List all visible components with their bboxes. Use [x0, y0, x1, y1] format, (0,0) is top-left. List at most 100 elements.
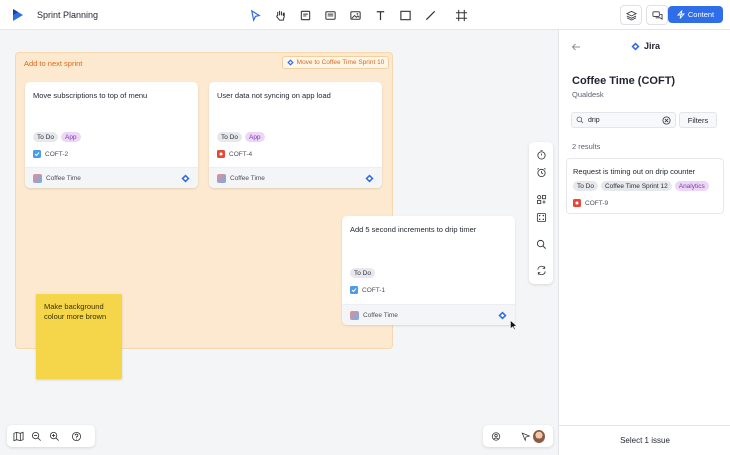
line-icon: [425, 10, 435, 20]
sync-icon: [536, 265, 546, 275]
avatar[interactable]: [533, 429, 546, 443]
apps-icon: [536, 194, 546, 204]
card-title: Move subscriptions to top of menu: [33, 91, 148, 100]
card-icon: [324, 10, 336, 20]
user-icon[interactable]: [491, 431, 501, 442]
issue-key-label: COFT-2: [45, 150, 69, 158]
comments-button[interactable]: [646, 5, 668, 25]
lightning-icon: [676, 10, 685, 19]
rectangle-tool[interactable]: [395, 5, 415, 25]
sticky-note-tool[interactable]: [295, 5, 315, 25]
content-button[interactable]: Content: [668, 6, 723, 23]
project-name: Coffee Time: [363, 311, 398, 319]
cursor-icon: [250, 9, 261, 22]
line-tool[interactable]: [420, 5, 440, 25]
app-logo-icon[interactable]: [12, 8, 24, 22]
follow-icon[interactable]: [521, 431, 531, 442]
label-badge: App: [244, 132, 265, 142]
jira-logo-icon: [631, 41, 640, 51]
project-avatar: [350, 310, 359, 320]
image-icon: [349, 10, 361, 20]
timer-button[interactable]: [534, 147, 548, 161]
frame-tool[interactable]: [451, 5, 471, 25]
search-input[interactable]: [588, 116, 658, 124]
issue-key-label: COFT-4: [229, 150, 253, 158]
result-tags: To Do Coffee Time Sprint 12 Analytics: [573, 181, 709, 191]
status-badge: To Do: [573, 181, 598, 191]
image-tool[interactable]: [345, 5, 365, 25]
help-icon[interactable]: [71, 431, 82, 442]
issue-card[interactable]: User data not syncing on app load To Do …: [209, 82, 382, 188]
text-tool[interactable]: [370, 5, 390, 25]
task-checkbox-icon: [350, 286, 358, 294]
clear-search-icon[interactable]: [662, 116, 671, 125]
panel-header-label: Jira: [644, 41, 661, 51]
board-title[interactable]: Sprint Planning: [37, 10, 98, 20]
issue-key: COFT-9: [573, 199, 608, 207]
move-to-sprint-button[interactable]: Move to Coffee Time Sprint 10: [282, 56, 389, 69]
project-avatar: [217, 173, 226, 183]
jira-icon[interactable]: [498, 311, 507, 320]
result-title: Request is timing out on drip counter: [573, 167, 696, 176]
zoom-in-icon[interactable]: [49, 431, 60, 442]
hand-tool[interactable]: [270, 5, 290, 25]
hand-icon: [275, 10, 285, 21]
jira-icon[interactable]: [181, 174, 190, 183]
map-icon[interactable]: [13, 431, 24, 442]
project-subtitle: Qualdesk: [572, 90, 604, 99]
card-tags: To Do App: [33, 132, 81, 142]
jira-icon[interactable]: [365, 174, 374, 183]
label-badge: App: [60, 132, 81, 142]
search-button[interactable]: [534, 237, 548, 251]
card-tool[interactable]: [320, 5, 340, 25]
sprint-badge: Coffee Time Sprint 12: [600, 181, 672, 191]
zoom-out-icon[interactable]: [31, 431, 42, 442]
sticky-note[interactable]: Make background colour more brown: [36, 294, 122, 379]
issue-card[interactable]: Add 5 second increments to drip timer To…: [342, 216, 515, 325]
cursor-tool[interactable]: [245, 5, 265, 25]
issue-key-label: COFT-9: [585, 199, 609, 207]
search-result-item[interactable]: Request is timing out on drip counter To…: [566, 158, 724, 214]
card-footer: Coffee Time: [342, 304, 515, 325]
jira-panel: Jira Coffee Time (COFT) Qualdesk Filters…: [558, 30, 730, 455]
project-title: Coffee Time (COFT): [572, 75, 676, 87]
collaboration-controls: [483, 425, 553, 447]
layers-button[interactable]: [620, 5, 642, 25]
rectangle-icon: [399, 10, 411, 20]
search-icon: [536, 239, 546, 249]
bug-icon: [217, 150, 225, 158]
dice-icon: [536, 212, 546, 222]
mouse-cursor-icon: [510, 320, 517, 330]
panel-header: Jira: [631, 41, 660, 51]
dice-button[interactable]: [534, 210, 548, 224]
integrations-button[interactable]: [534, 192, 548, 206]
zoom-controls: [7, 425, 95, 447]
card-footer: Coffee Time: [209, 167, 382, 188]
alarm-button[interactable]: [534, 165, 548, 179]
text-icon: [376, 10, 384, 20]
project-avatar: [33, 173, 42, 183]
sync-button[interactable]: [534, 263, 548, 277]
card-tags: To Do: [350, 268, 375, 278]
project-name: Coffee Time: [46, 174, 81, 182]
frame-title[interactable]: Add to next sprint: [24, 59, 82, 68]
card-tags: To Do App: [217, 132, 265, 142]
card-title: Add 5 second increments to drip timer: [350, 225, 477, 234]
layers-icon: [625, 10, 637, 21]
alarm-clock-icon: [536, 167, 546, 177]
back-arrow-icon[interactable]: [571, 42, 581, 52]
select-issue-button[interactable]: Select 1 issue: [559, 425, 730, 455]
view-controls: [620, 5, 668, 25]
filters-button[interactable]: Filters: [679, 112, 717, 128]
move-to-sprint-label: Move to Coffee Time Sprint 10: [296, 59, 385, 66]
status-badge: To Do: [33, 132, 58, 142]
card-footer: Coffee Time: [25, 167, 198, 188]
search-field: [571, 112, 676, 128]
frame-icon: [455, 9, 467, 21]
bug-icon: [573, 199, 581, 207]
sticky-note-icon: [300, 10, 310, 20]
project-name: Coffee Time: [230, 174, 265, 182]
issue-key-label: COFT-1: [362, 286, 386, 294]
label-badge: Analytics: [674, 181, 709, 191]
issue-card[interactable]: Move subscriptions to top of menu To Do …: [25, 82, 198, 188]
